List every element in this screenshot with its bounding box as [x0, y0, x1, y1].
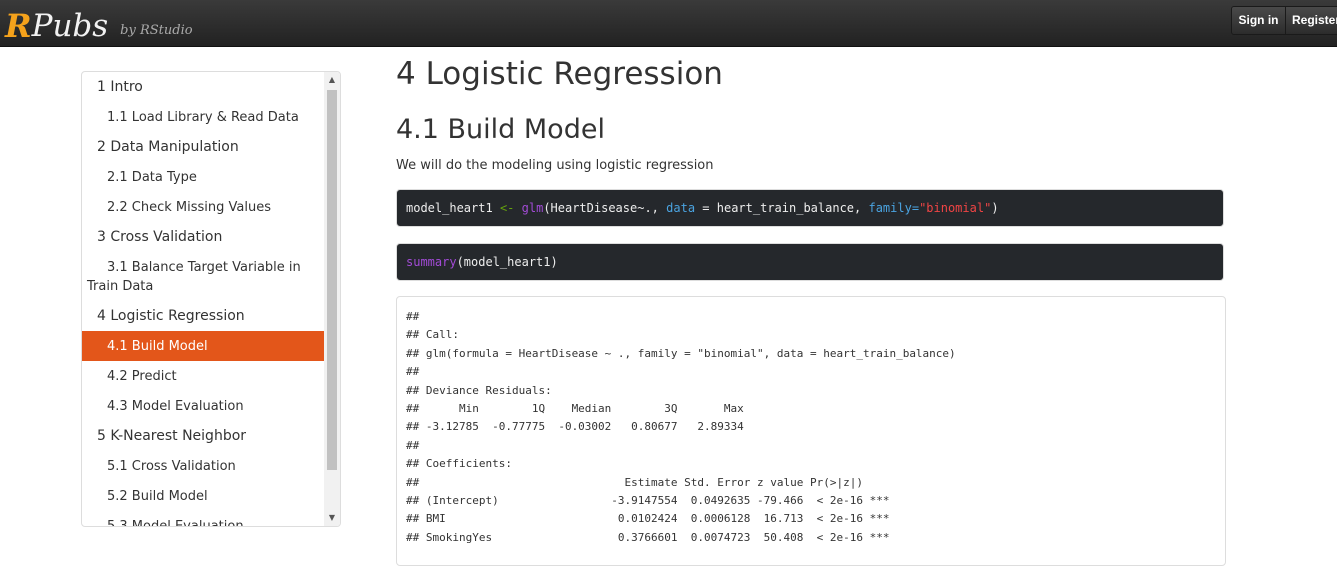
- toc-item[interactable]: 5 K-Nearest Neighbor: [82, 421, 324, 451]
- top-navbar: R Pubs by RStudio Sign in Register: [0, 0, 1337, 47]
- code-eq: =: [702, 201, 710, 215]
- toc-scrollbar[interactable]: ▲ ▼: [324, 72, 340, 526]
- section-heading: 4 Logistic Regression: [396, 56, 723, 92]
- toc-item[interactable]: 5.3 Model Evaluation: [82, 511, 324, 526]
- code-arg: data: [666, 201, 696, 215]
- output-line: ## Min 1Q Median 3Q Max: [406, 401, 744, 415]
- table-of-contents: 1 Intro 1.1 Load Library & Read Data 2 D…: [81, 71, 341, 527]
- logo-pubs: Pubs: [31, 8, 109, 44]
- output-line: ## Estimate Std. Error z value Pr(>|z|): [406, 475, 863, 489]
- toc-item[interactable]: 5.2 Build Model: [82, 481, 324, 511]
- output-line: ##: [406, 365, 420, 379]
- scroll-up-arrow-icon[interactable]: ▲: [324, 72, 340, 88]
- code-block-summary[interactable]: summary(model_heart1): [396, 243, 1224, 281]
- sign-in-button[interactable]: Sign in: [1231, 6, 1286, 35]
- toc-item[interactable]: 1 Intro: [82, 72, 324, 102]
- code-fn: summary: [406, 255, 457, 269]
- output-line: ## BMI 0.0102424 0.0006128 16.713 < 2e-1…: [406, 512, 890, 526]
- output-line: ## (Intercept) -3.9147554 0.0492635 -79.…: [406, 493, 890, 507]
- logo-by-rstudio: by RStudio: [120, 23, 193, 38]
- code-output: ## ## Call: ## glm(formula = HeartDisease …: [396, 296, 1226, 566]
- code-string: "binomial": [919, 201, 992, 215]
- code-fn: glm: [521, 201, 544, 215]
- toc-item[interactable]: 3.1 Balance Target Variable in Train Dat…: [82, 252, 324, 301]
- toc-item-active[interactable]: 4.1 Build Model: [82, 331, 324, 361]
- toc-item[interactable]: 3 Cross Validation: [82, 222, 324, 252]
- output-line: ## -3.12785 -0.77775 -0.03002 0.80677 2.…: [406, 420, 744, 434]
- toc-item[interactable]: 5.1 Cross Validation: [82, 451, 324, 481]
- logo-r: R: [5, 7, 32, 45]
- code-var: model_heart1: [406, 201, 493, 215]
- code-close: ): [991, 201, 999, 215]
- toc-item[interactable]: 2.2 Check Missing Values: [82, 192, 324, 222]
- scroll-down-arrow-icon[interactable]: ▼: [324, 510, 340, 526]
- toc-list: 1 Intro 1.1 Load Library & Read Data 2 D…: [82, 72, 324, 526]
- output-line: ## Call:: [406, 328, 459, 342]
- output-line: ##: [406, 438, 420, 452]
- rpubs-logo[interactable]: R Pubs by RStudio: [5, 4, 193, 44]
- scroll-thumb[interactable]: [327, 90, 337, 470]
- intro-text: We will do the modeling using logistic r…: [396, 158, 714, 173]
- code-open: (HeartDisease~.,: [543, 201, 659, 215]
- toc-item[interactable]: 1.1 Load Library & Read Data: [82, 102, 324, 132]
- code-rest: (model_heart1): [456, 255, 558, 269]
- output-line: ## SmokingYes 0.3766601 0.0074723 50.408…: [406, 530, 890, 544]
- register-button[interactable]: Register: [1285, 6, 1337, 35]
- output-line: ## Coefficients:: [406, 457, 512, 471]
- toc-item[interactable]: 2.1 Data Type: [82, 162, 324, 192]
- code-val: heart_train_balance,: [716, 201, 862, 215]
- subsection-heading: 4.1 Build Model: [396, 114, 605, 145]
- output-line: ##: [406, 310, 420, 323]
- output-line: ## glm(formula = HeartDisease ~ ., famil…: [406, 346, 956, 360]
- toc-item[interactable]: 4.3 Model Evaluation: [82, 391, 324, 421]
- output-line: ## Deviance Residuals:: [406, 383, 552, 397]
- code-assign: <-: [499, 201, 515, 215]
- toc-item[interactable]: 4 Logistic Regression: [82, 301, 324, 331]
- toc-item[interactable]: 2 Data Manipulation: [82, 132, 324, 162]
- toc-item[interactable]: 4.2 Predict: [82, 361, 324, 391]
- code-block-glm[interactable]: model_heart1 <- glm(HeartDisease~., data…: [396, 189, 1224, 227]
- code-arg: family=: [868, 201, 920, 215]
